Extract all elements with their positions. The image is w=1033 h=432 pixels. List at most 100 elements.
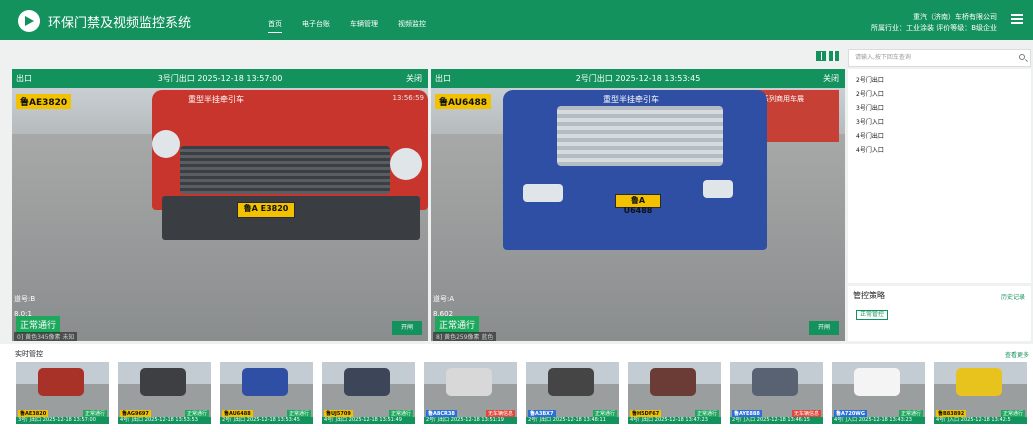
thumb-vehicle	[242, 368, 288, 396]
history-link[interactable]: 历史记录	[1001, 292, 1025, 301]
capture-thumbnail[interactable]: 鲁AU6488 正常通行 2号门出口 2025-12-18 13:53:45	[220, 362, 313, 424]
strategy-title: 管控策略	[853, 291, 885, 300]
thumb-caption: 4号门出口 2025-12-18 13:47:23	[628, 417, 721, 424]
thumb-vehicle	[446, 368, 492, 396]
thumb-plate: 鲁UJ5709	[324, 410, 353, 417]
timestamp-overlay: 13:56:59	[392, 94, 424, 102]
app-logo-icon	[18, 10, 40, 32]
capture-thumbnail[interactable]: 鲁UJ5709 正常通行 4号门出口 2025-12-18 13:51:49	[322, 362, 415, 424]
gate-list: 2号门出口 2号门入口 3号门出口 3号门入口 4号门出口 4号门入口	[848, 69, 1031, 283]
nav-ledger[interactable]: 电子台账	[302, 19, 330, 29]
capture-thumbnail[interactable]: 鲁A8CR38 无车辆信息 2号门出口 2025-12-18 13:51:19	[424, 362, 517, 424]
thumb-caption: 2号门出口 2025-12-18 13:51:19	[424, 417, 517, 424]
truck-grille	[557, 106, 723, 166]
thumb-caption: 2号门出口 2025-12-18 13:48:11	[526, 417, 619, 424]
app-title: 环保门禁及视频监控系统	[48, 16, 192, 31]
status-badge: 正常通行	[435, 316, 480, 333]
thumb-caption: 3号门出口 2025-12-18 13:57:00	[16, 417, 109, 424]
search-input[interactable]: 请输入,按下回车查询	[848, 49, 1031, 67]
thumb-vehicle	[650, 368, 696, 396]
nav-video-monitor[interactable]: 视频监控	[398, 19, 426, 29]
nav-vehicle-mgmt[interactable]: 车辆管理	[350, 19, 378, 29]
thumb-vehicle	[956, 368, 1002, 396]
capture-thumbnail[interactable]: 鲁B83892 正常通行 4号门入口 2025-12-18 13:42:5	[934, 362, 1027, 424]
headlamp	[523, 184, 563, 202]
camera-feed: 鲁A E3820 重型半挂牵引车 13:56:59 鲁AE3820 道号:B 8…	[12, 88, 428, 341]
headlamp	[703, 180, 733, 198]
thumb-status: 正常通行	[592, 410, 617, 417]
search-placeholder: 请输入,按下回车查询	[855, 54, 911, 61]
gate-time: 2号门出口 2025-12-18 13:53:45	[575, 74, 701, 83]
gate-list-item[interactable]: 3号门入口	[856, 117, 884, 126]
main-nav: 首页 电子台账 车辆管理 视频监控	[268, 19, 446, 33]
thumb-status: 无车辆信息	[485, 410, 515, 417]
truck-label: 重型半挂牵引车	[603, 95, 659, 104]
view-more-link[interactable]: 查看更多	[1005, 350, 1029, 359]
close-button[interactable]: 关闭	[406, 69, 422, 88]
thumb-status: 正常通行	[694, 410, 719, 417]
close-button[interactable]: 关闭	[823, 69, 839, 88]
thumb-vehicle	[752, 368, 798, 396]
capture-thumbnail[interactable]: 鲁AYE888 无车辆信息 2号门入口 2025-12-18 13:46:15	[730, 362, 823, 424]
thumb-plate: 鲁AYE888	[732, 410, 762, 417]
thumb-caption: 4号门入口 2025-12-18 13:43:23	[832, 417, 925, 424]
thumb-plate: 鲁AG9697	[120, 410, 151, 417]
strategy-mode-tag: 正常管控	[856, 310, 889, 320]
thumb-caption: 2号门出口 2025-12-18 13:53:45	[220, 417, 313, 424]
headlamp	[390, 148, 422, 180]
gate-list-item[interactable]: 2号门出口	[856, 75, 884, 84]
gate-list-item[interactable]: 4号门出口	[856, 131, 884, 140]
open-gate-button[interactable]: 开闸	[392, 321, 422, 335]
app-header: 环保门禁及视频监控系统 首页 电子台账 车辆管理 视频监控 重汽（济南）车桥有限…	[0, 0, 1033, 40]
capture-thumbnail[interactable]: 鲁A720WG 正常通行 4号门入口 2025-12-18 13:43:23	[832, 362, 925, 424]
plate-tag: 鲁AE3820	[16, 94, 72, 109]
thumb-plate: 鲁A8CR38	[426, 410, 457, 417]
thumb-plate: 鲁A720WG	[834, 410, 867, 417]
grid-layout-icon[interactable]	[816, 51, 826, 61]
thumb-plate: 鲁B83892	[936, 410, 967, 417]
capture-info: 0] 黄色345像素 未知	[14, 332, 78, 341]
open-gate-button[interactable]: 开闸	[809, 321, 839, 335]
company-info: 重汽（济南）车桥有限公司 所属行业：工业涂装 评价等级：B级企业	[871, 12, 997, 34]
capture-thumbnail[interactable]: 鲁AG9697 正常通行 4号门出口 2025-12-18 13:53:53	[118, 362, 211, 424]
gate-list-item[interactable]: 3号门出口	[856, 103, 884, 112]
menu-icon[interactable]	[1011, 14, 1023, 24]
plate-tag: 鲁AU6488	[435, 94, 492, 109]
thumb-plate: 鲁H5DF67	[630, 410, 662, 417]
truck-plate: 鲁A E3820	[237, 202, 295, 218]
strategy-panel: 管控策略 历史记录 正常管控	[848, 286, 1031, 341]
panel-header: 出口 2号门出口 2025-12-18 13:53:45 关闭	[431, 69, 845, 88]
thumb-status: 正常通行	[388, 410, 413, 417]
gate-list-item[interactable]: 2号门入口	[856, 89, 884, 98]
status-badge: 正常通行	[16, 316, 61, 333]
lane-label: 道号:B	[14, 295, 36, 303]
capture-thumbnail[interactable]: 鲁A3BX7 正常通行 2号门出口 2025-12-18 13:48:11	[526, 362, 619, 424]
capture-thumbnail[interactable]: 鲁AE3820 正常通行 3号门出口 2025-12-18 13:57:00	[16, 362, 109, 424]
realtime-strip: 实时管控 查看更多 鲁AE3820 正常通行 3号门出口 2025-12-18 13…	[0, 344, 1033, 432]
headlamp	[152, 130, 180, 158]
thumb-vehicle	[140, 368, 186, 396]
truck-label: 重型半挂牵引车	[188, 95, 244, 104]
thumb-plate: 鲁AE3820	[18, 410, 49, 417]
industry-grade: 所属行业：工业涂装 评价等级：B级企业	[870, 24, 997, 32]
camera-panel-1: 出口 3号门出口 2025-12-18 13:57:00 关闭 鲁A E3820…	[12, 69, 428, 341]
nav-home[interactable]: 首页	[268, 19, 282, 33]
thumb-status: 无车辆信息	[791, 410, 821, 417]
camera-feed: 共享全系列商用车展 鲁A U6488 重型半挂牵引车 鲁AU6488 道号:A …	[431, 88, 845, 341]
truck-plate: 鲁A U6488	[615, 194, 661, 215]
thumb-status: 正常通行	[898, 410, 923, 417]
thumb-status: 正常通行	[286, 410, 311, 417]
thumb-caption: 4号门出口 2025-12-18 13:51:49	[322, 417, 415, 424]
search-icon[interactable]	[1019, 54, 1025, 60]
panel-header: 出口 3号门出口 2025-12-18 13:57:00 关闭	[12, 69, 428, 88]
thumb-vehicle	[548, 368, 594, 396]
thumb-plate: 鲁A3BX7	[528, 410, 556, 417]
capture-thumbnail[interactable]: 鲁H5DF67 正常通行 4号门出口 2025-12-18 13:47:23	[628, 362, 721, 424]
gate-list-item[interactable]: 4号门入口	[856, 145, 884, 154]
thumb-caption: 4号门出口 2025-12-18 13:53:53	[118, 417, 211, 424]
thumb-status: 正常通行	[1000, 410, 1025, 417]
company-name: 重汽（济南）车桥有限公司	[913, 13, 997, 21]
thumb-status: 正常通行	[184, 410, 209, 417]
dual-layout-icon[interactable]	[829, 51, 839, 61]
thumb-caption: 4号门入口 2025-12-18 13:42:5	[934, 417, 1027, 424]
